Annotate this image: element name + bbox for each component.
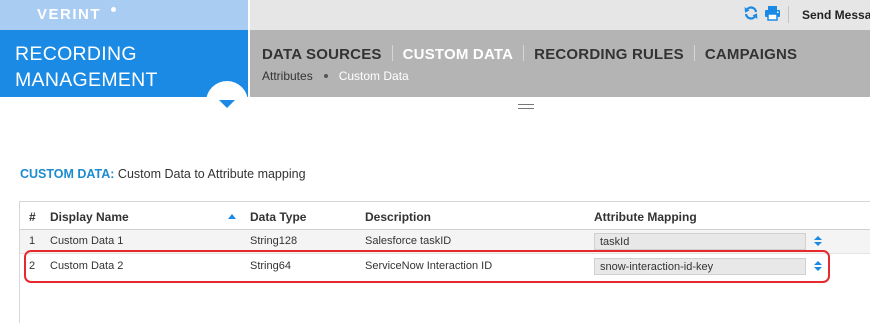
breadcrumb-separator-icon	[323, 74, 328, 78]
column-header-number[interactable]: #	[29, 210, 36, 224]
column-header-attribute-mapping[interactable]: Attribute Mapping	[594, 210, 697, 224]
attribute-mapping-input[interactable]	[594, 233, 806, 250]
tab-campaigns[interactable]: CAMPAIGNS	[705, 46, 797, 63]
recording-management-page: VERINT RECORDING MANAGEMENT Send Messa D…	[0, 0, 870, 323]
app-title-line2: MANAGEMENT	[15, 69, 158, 91]
main-tabs: DATA SOURCES CUSTOM DATA RECORDING RULES CA…	[262, 45, 797, 64]
data-type-cell: String128	[250, 235, 298, 247]
column-header-description[interactable]: Description	[365, 210, 431, 224]
app-title-line1: RECORDING	[15, 43, 137, 65]
print-icon[interactable]	[764, 5, 781, 26]
description-cell: Salesforce taskID	[365, 235, 452, 247]
column-header-display-name[interactable]: Display Name	[50, 210, 129, 224]
caret-down-icon[interactable]	[814, 242, 822, 246]
row-number: 1	[29, 235, 36, 247]
sort-ascending-icon[interactable]	[228, 214, 236, 219]
toolbar-separator	[788, 6, 789, 23]
tab-separator	[391, 45, 393, 61]
app-title: RECORDING MANAGEMENT	[15, 41, 158, 93]
chevron-down-icon	[219, 100, 235, 108]
breadcrumb: Attributes Custom Data	[262, 69, 409, 83]
tab-custom-data[interactable]: CUSTOM DATA	[403, 46, 514, 63]
verint-logo: VERINT	[37, 6, 102, 23]
send-message-link[interactable]: Send Messa	[802, 8, 870, 22]
tab-recording-rules[interactable]: RECORDING RULES	[534, 46, 684, 63]
row-highlight-annotation	[24, 250, 830, 283]
attribute-mapping-spinner[interactable]	[813, 236, 823, 248]
section-description: Custom Data to Attribute mapping	[117, 167, 306, 181]
display-name-cell: Custom Data 1	[50, 235, 124, 247]
breadcrumb-attributes[interactable]: Attributes	[262, 69, 313, 83]
caret-up-icon[interactable]	[814, 236, 822, 240]
resize-handle-icon[interactable]	[518, 104, 534, 109]
breadcrumb-current: Custom Data	[338, 69, 409, 83]
tab-separator	[693, 45, 695, 61]
section-header: CUSTOM DATA: Custom Data to Attribute ma…	[20, 167, 306, 181]
section-label: CUSTOM DATA:	[20, 167, 115, 181]
tab-separator	[523, 45, 525, 61]
logo-dot-icon	[111, 7, 116, 12]
tab-data-sources[interactable]: DATA SOURCES	[262, 46, 382, 63]
logo-bar: VERINT	[0, 0, 248, 30]
refresh-icon[interactable]	[743, 5, 759, 26]
column-header-data-type[interactable]: Data Type	[250, 210, 306, 224]
